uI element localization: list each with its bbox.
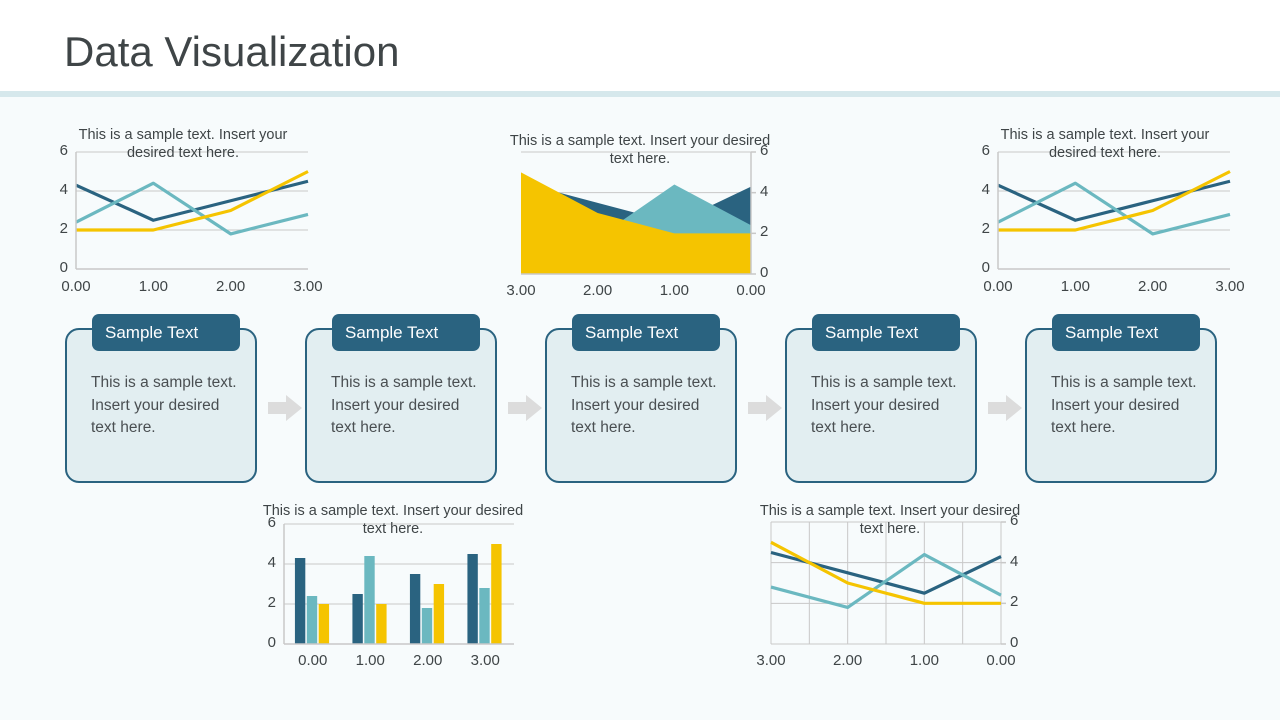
x-axis-tick-label: 2.00 — [833, 652, 863, 669]
x-axis-tick-label: 2.00 — [1138, 278, 1168, 295]
line-chart-right[interactable]: This is a sample text. Insert your desir… — [980, 126, 1245, 306]
y-axis-tick-label: 2 — [267, 594, 276, 611]
y-axis-tick-label: 6 — [267, 514, 276, 531]
x-axis-tick-label: 1.00 — [909, 652, 939, 669]
process-card-4[interactable]: Sample Text This is a sample text. Inser… — [305, 314, 497, 483]
line-chart-bottom-right[interactable]: This is a sample text. Insert your desir… — [755, 502, 1025, 682]
flow-arrow-icon-3 — [748, 394, 782, 422]
x-axis-tick-label: 0.00 — [986, 652, 1016, 669]
process-card-2[interactable]: Sample Text This is a sample text. Inser… — [545, 314, 737, 483]
process-card-3[interactable]: Sample Text This is a sample text. Inser… — [785, 314, 977, 483]
process-card-header: Sample Text — [812, 314, 960, 351]
y-axis-tick-label: 6 — [1010, 512, 1019, 529]
y-axis-tick-label: 2 — [59, 220, 68, 237]
flow-arrow-icon-2 — [508, 394, 542, 422]
x-axis-tick-label: 3.00 — [506, 282, 536, 299]
y-axis-tick-label: 2 — [981, 220, 990, 237]
y-axis-tick-label: 4 — [1010, 552, 1019, 570]
x-axis-tick-label: 3.00 — [756, 652, 786, 669]
x-axis-tick-label: 0.00 — [61, 278, 91, 295]
plot-area — [75, 151, 309, 270]
process-card-header: Sample Text — [1052, 314, 1200, 351]
x-axis-tick-label: 3.00 — [1215, 278, 1245, 295]
x-axis-tick-label: 2.00 — [216, 278, 246, 295]
y-axis-tick-label: 0 — [981, 259, 990, 276]
plot-area — [521, 151, 756, 275]
y-axis-tick-label: 2 — [1010, 593, 1019, 611]
flow-arrow-icon-4 — [988, 394, 1022, 422]
plot-area — [283, 523, 514, 645]
process-card-5[interactable]: Sample Text This is a sample text. Inser… — [1025, 314, 1217, 483]
y-axis-tick-label: 6 — [59, 142, 68, 159]
y-axis-tick-label: 4 — [981, 181, 990, 198]
process-card-body: This is a sample text. Insert your desir… — [331, 374, 477, 436]
y-axis-tick-label: 0 — [1010, 634, 1019, 651]
y-axis-tick-label: 4 — [59, 181, 68, 198]
bar-chart-bottom-left[interactable]: This is a sample text. Insert your desir… — [258, 502, 528, 682]
x-axis-tick-label: 1.00 — [659, 282, 689, 299]
y-axis-tick-label: 6 — [760, 142, 769, 159]
process-card-title: Sample Text — [585, 322, 679, 342]
y-axis-tick-label: 0 — [59, 259, 68, 276]
x-axis-tick-label: 3.00 — [470, 652, 500, 669]
area-chart-center[interactable]: This is a sample text. Insert your desir… — [505, 132, 775, 312]
x-axis-tick-label: 1.00 — [355, 652, 385, 669]
process-card-1[interactable]: Sample Text This is a sample text. Inser… — [65, 314, 257, 483]
process-card-body: This is a sample text. Insert your desir… — [91, 374, 237, 436]
x-axis-tick-label: 0.00 — [983, 278, 1013, 295]
process-card-body: This is a sample text. Insert your desir… — [571, 374, 717, 436]
process-card-body: This is a sample text. Insert your desir… — [811, 374, 957, 436]
header-divider — [0, 91, 1280, 97]
slide: Data Visualization This is a sample text… — [0, 0, 1280, 720]
y-axis-tick-label: 4 — [760, 182, 769, 200]
y-axis-tick-label: 2 — [760, 223, 769, 241]
x-axis-tick-label: 1.00 — [138, 278, 168, 295]
y-axis-tick-label: 6 — [981, 142, 990, 159]
y-axis-tick-label: 0 — [760, 264, 769, 281]
line-chart-left[interactable]: This is a sample text. Insert your desir… — [58, 126, 323, 306]
x-axis-tick-label: 0.00 — [298, 652, 328, 669]
process-card-title: Sample Text — [1065, 322, 1159, 342]
page-title: Data Visualization — [64, 28, 400, 75]
process-card-title: Sample Text — [345, 322, 439, 342]
process-card-title: Sample Text — [825, 322, 919, 342]
flow-arrow-icon-1 — [268, 394, 302, 422]
x-axis-tick-label: 1.00 — [1060, 278, 1090, 295]
x-axis-tick-label: 2.00 — [413, 652, 443, 669]
y-axis-tick-label: 4 — [267, 554, 276, 571]
x-axis-tick-label: 0.00 — [736, 282, 766, 299]
plot-area — [770, 521, 1006, 645]
x-axis-tick-label: 3.00 — [293, 278, 323, 295]
process-card-header: Sample Text — [572, 314, 720, 351]
x-axis-tick-label: 2.00 — [583, 282, 613, 299]
process-card-header: Sample Text — [92, 314, 240, 351]
process-card-title: Sample Text — [105, 322, 199, 342]
y-axis-tick-label: 0 — [267, 634, 276, 651]
process-card-body: This is a sample text. Insert your desir… — [1051, 374, 1197, 436]
process-card-header: Sample Text — [332, 314, 480, 351]
plot-area — [997, 151, 1231, 270]
